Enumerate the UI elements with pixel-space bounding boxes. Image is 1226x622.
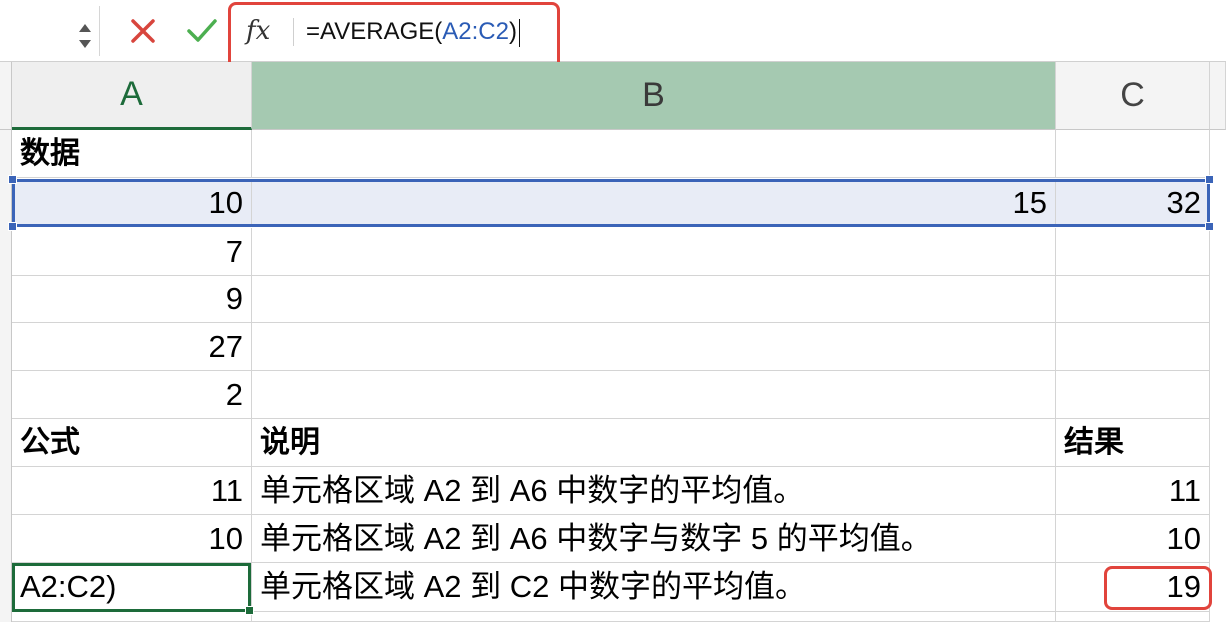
name-box[interactable] — [0, 6, 100, 56]
cell-c2[interactable]: 32 — [1056, 179, 1210, 227]
cancel-formula-icon[interactable] — [126, 14, 160, 48]
column-header-a[interactable]: A — [12, 62, 252, 130]
formula-prefix: =AVERAGE( — [306, 18, 443, 45]
cell-c6[interactable] — [1056, 371, 1210, 419]
cell-c10[interactable]: 19 — [1056, 563, 1210, 612]
spreadsheet-grid: A B C 数据 10 15 32 7 9 27 2 公式 说明 结果 11 单… — [0, 62, 1226, 622]
cell-a5[interactable]: 27 — [12, 323, 252, 371]
cell-c5[interactable] — [1056, 323, 1210, 371]
formula-bar-divider — [293, 18, 294, 46]
cell-c9[interactable]: 10 — [1056, 515, 1210, 563]
cell-a9[interactable]: 10 — [12, 515, 252, 563]
cell-a8[interactable]: 11 — [12, 467, 252, 515]
cell-b8[interactable]: 单元格区域 A2 到 A6 中数字的平均值。 — [252, 467, 1056, 515]
cell-a6[interactable]: 2 — [12, 371, 252, 419]
select-all-corner[interactable] — [0, 62, 12, 130]
cell-c3[interactable] — [1056, 228, 1210, 276]
formula-range-reference: A2:C2 — [442, 18, 509, 45]
cell-a1[interactable]: 数据 — [12, 130, 252, 178]
cell-a4[interactable]: 9 — [12, 275, 252, 323]
row-header-strip[interactable] — [0, 130, 12, 622]
column-header-c[interactable]: C — [1056, 62, 1210, 130]
formula-input[interactable]: =AVERAGE(A2:C2) — [306, 14, 521, 50]
cell-c7[interactable]: 结果 — [1056, 419, 1210, 467]
cell-a10[interactable]: A2:C2) — [12, 563, 252, 612]
cell-a2[interactable]: 10 — [12, 179, 252, 227]
column-header-d[interactable] — [1210, 62, 1226, 130]
cell-c4[interactable] — [1056, 275, 1210, 323]
cell-b6[interactable] — [252, 371, 1056, 419]
column-header-b[interactable]: B — [252, 62, 1056, 130]
cell-b4[interactable] — [252, 275, 1056, 323]
text-caret — [518, 18, 521, 47]
cell-b7[interactable]: 说明 — [252, 419, 1056, 467]
formula-suffix: ) — [508, 18, 517, 45]
cell-a3[interactable]: 7 — [12, 228, 252, 276]
cell-b9[interactable]: 单元格区域 A2 到 A6 中数字与数字 5 的平均值。 — [252, 515, 1056, 563]
cell-c8[interactable]: 11 — [1056, 467, 1210, 515]
formula-bar: fx =AVERAGE(A2:C2) — [0, 0, 1226, 70]
cell-c1[interactable] — [1056, 130, 1210, 178]
insert-function-icon[interactable]: fx — [246, 13, 280, 49]
cell-b10[interactable]: 单元格区域 A2 到 C2 中数字的平均值。 — [252, 563, 1056, 612]
cell-b5[interactable] — [252, 323, 1056, 371]
enter-formula-icon[interactable] — [184, 14, 220, 48]
cell-b2[interactable]: 15 — [252, 179, 1056, 227]
name-box-stepper-icon[interactable] — [74, 16, 96, 56]
cell-b11[interactable] — [252, 612, 1056, 622]
cell-b1[interactable] — [252, 130, 1056, 178]
cell-b3[interactable] — [252, 228, 1056, 276]
fill-handle[interactable] — [245, 606, 254, 615]
cell-a7[interactable]: 公式 — [12, 419, 252, 467]
cell-a11[interactable] — [12, 612, 252, 622]
cell-c11[interactable] — [1056, 612, 1210, 622]
